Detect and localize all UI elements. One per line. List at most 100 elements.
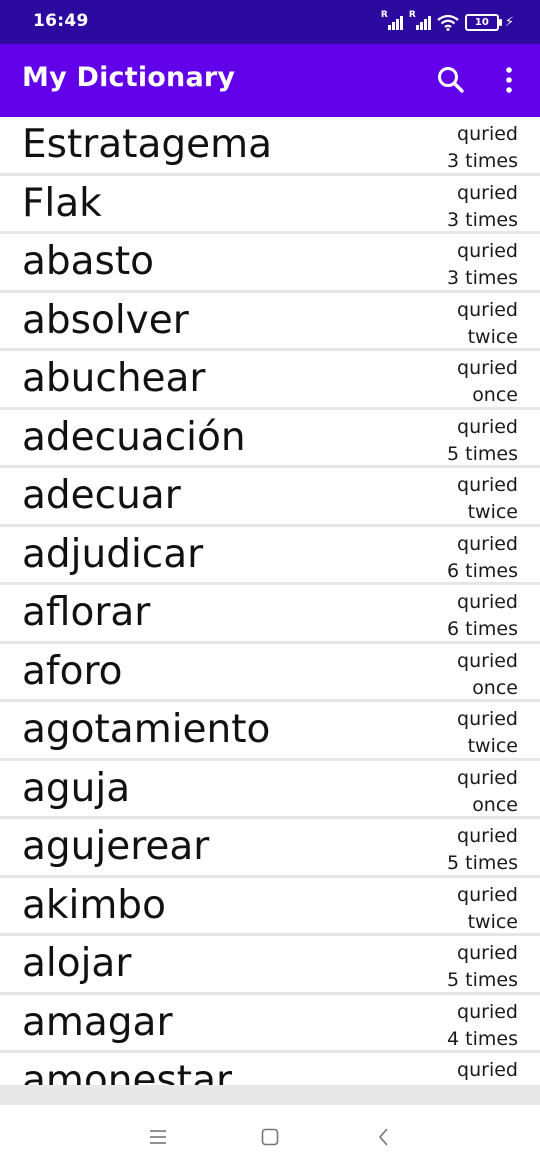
list-item[interactable]: Flak quried 3 times — [0, 176, 540, 234]
word-text: Flak — [22, 180, 102, 226]
word-text: abuchear — [22, 356, 206, 401]
word-text: abasto — [22, 239, 155, 284]
app-bar: My Dictionary — [0, 44, 540, 117]
query-count-value: once — [472, 384, 518, 406]
query-count-value: twice — [467, 910, 518, 933]
query-count: quried 5 times — [447, 414, 518, 468]
word-text: absolver — [22, 297, 189, 343]
signal-icon: R — [409, 10, 431, 30]
query-count-value: 3 times — [447, 208, 518, 231]
query-count: quried 5 times — [447, 940, 518, 994]
list-item[interactable]: amonestar quried — [0, 1053, 540, 1085]
query-count-value: 4 times — [447, 1027, 518, 1050]
list-item[interactable]: agotamiento quried twice — [0, 702, 540, 761]
list-item[interactable]: akimbo quried twice — [0, 878, 540, 936]
query-count: quried once — [457, 355, 518, 409]
status-time: 16:49 — [33, 11, 89, 31]
query-count-value: 6 times — [447, 559, 518, 582]
word-text: agotamiento — [22, 707, 271, 752]
query-count-label: quried — [457, 181, 518, 204]
query-count-value: once — [472, 676, 518, 699]
list-item[interactable]: adecuar quried twice — [0, 468, 540, 527]
query-count-value: 3 times — [447, 150, 518, 172]
query-count-label: quried — [457, 240, 518, 262]
query-count-label: quried — [457, 123, 518, 145]
query-count: quried 3 times — [447, 238, 518, 292]
query-count: quried once — [457, 765, 518, 819]
query-count-value: 6 times — [447, 618, 518, 640]
word-text: adecuación — [22, 414, 246, 460]
list-item[interactable]: amagar quried 4 times — [0, 995, 540, 1053]
status-bar: 16:49 R R 10 ⚡ — [0, 0, 540, 44]
list-item[interactable]: agujerear quried 5 times — [0, 819, 540, 878]
list-item[interactable]: alojar quried 5 times — [0, 936, 540, 995]
query-count-label: quried — [457, 298, 518, 321]
query-count-label: quried — [457, 1000, 518, 1023]
list-item[interactable]: aforo quried once — [0, 644, 540, 702]
home-button[interactable] — [258, 1125, 282, 1149]
query-count: quried once — [457, 648, 518, 702]
list-item[interactable]: abuchear quried once — [0, 351, 540, 410]
query-count-value: once — [472, 793, 518, 816]
signal-icon: R — [381, 10, 403, 30]
word-text: amonestar — [22, 1058, 233, 1085]
list-item[interactable]: Estratagema quried 3 times — [0, 117, 540, 176]
word-text: aflorar — [22, 590, 151, 635]
word-text: akimbo — [22, 882, 166, 928]
word-text: alojar — [22, 941, 132, 986]
list-item[interactable]: aguja quried once — [0, 761, 540, 819]
search-button[interactable] — [434, 64, 468, 98]
query-count: quried 6 times — [447, 531, 518, 585]
charging-icon: ⚡ — [504, 14, 514, 30]
back-chevron-icon — [378, 1128, 388, 1146]
list-item[interactable]: abasto quried 3 times — [0, 234, 540, 293]
word-text: Estratagema — [22, 122, 273, 167]
query-count: quried 3 times — [447, 180, 518, 234]
search-icon — [438, 67, 464, 93]
query-count-label: quried — [457, 474, 518, 496]
query-count-label: quried — [457, 649, 518, 672]
query-count-value: 5 times — [447, 969, 518, 991]
page-title: My Dictionary — [22, 62, 236, 93]
query-count-label: quried — [457, 883, 518, 906]
word-text: aguja — [22, 765, 131, 811]
word-list[interactable]: Estratagema quried 3 times Flak quried 3 time… — [0, 117, 540, 1085]
more-options-button[interactable] — [492, 62, 526, 98]
query-count-value: twice — [467, 735, 518, 757]
word-text: amagar — [22, 999, 173, 1045]
query-count-label: quried — [457, 708, 518, 730]
navigation-bar — [0, 1105, 540, 1170]
status-icons: R R 10 ⚡ — [381, 10, 514, 32]
recent-apps-button[interactable] — [146, 1125, 170, 1149]
query-count: quried twice — [457, 882, 518, 936]
word-text: adecuar — [22, 473, 181, 518]
back-button[interactable] — [372, 1125, 396, 1149]
query-count-value: twice — [467, 501, 518, 523]
query-count: quried 4 times — [447, 999, 518, 1053]
query-count: quried 3 times — [447, 121, 518, 175]
query-count: quried twice — [457, 472, 518, 526]
query-count-value: 3 times — [447, 267, 518, 289]
word-text: aforo — [22, 648, 123, 694]
word-text: adjudicar — [22, 531, 204, 577]
list-footer — [0, 1085, 540, 1105]
query-count-value: twice — [467, 325, 518, 348]
more-vert-icon — [506, 67, 512, 93]
query-count-label: quried — [457, 766, 518, 789]
menu-icon — [150, 1130, 166, 1144]
wifi-icon — [437, 14, 459, 31]
list-item[interactable]: absolver quried twice — [0, 293, 540, 351]
word-text: agujerear — [22, 824, 210, 869]
query-count: quried — [457, 1057, 518, 1084]
query-count-label: quried — [457, 357, 518, 379]
query-count-label: quried — [457, 942, 518, 964]
list-item[interactable]: adjudicar quried 6 times — [0, 527, 540, 585]
battery-icon: 10 — [464, 13, 502, 31]
query-count-label: quried — [457, 825, 518, 847]
list-item[interactable]: aflorar quried 6 times — [0, 585, 540, 644]
list-item[interactable]: adecuación quried 5 times — [0, 410, 540, 468]
query-count-label: quried — [457, 415, 518, 438]
query-count: quried 6 times — [447, 589, 518, 643]
home-square-icon — [261, 1128, 279, 1146]
query-count-label: quried — [457, 532, 518, 555]
